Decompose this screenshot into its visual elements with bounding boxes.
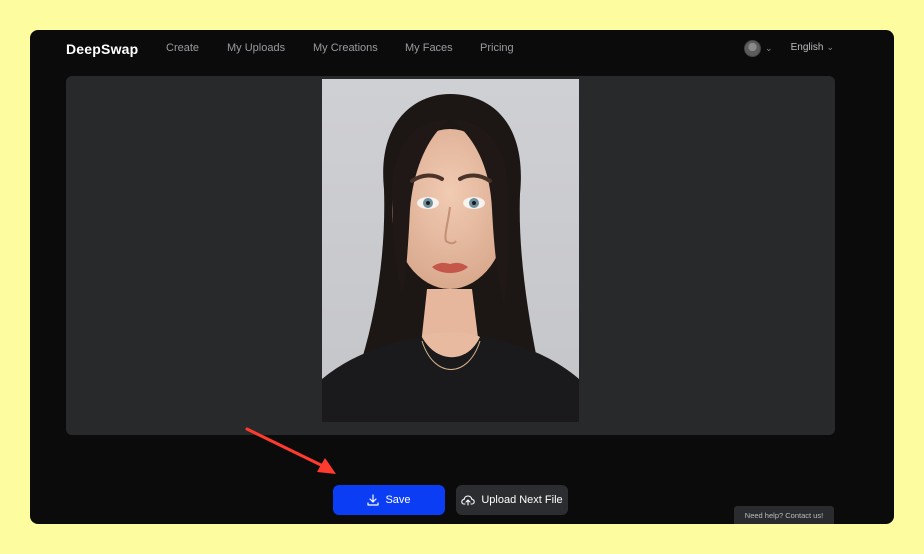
upload-button-label: Upload Next File bbox=[481, 494, 563, 506]
avatar-icon bbox=[744, 40, 761, 57]
help-chat-tab[interactable]: Need help? Contact us! bbox=[734, 506, 834, 524]
nav-my-uploads[interactable]: My Uploads bbox=[227, 42, 285, 54]
upload-next-file-button[interactable]: Upload Next File bbox=[456, 485, 568, 515]
top-nav: DeepSwap Create My Uploads My Creations … bbox=[30, 30, 894, 68]
language-selector[interactable]: English ⌄ bbox=[791, 42, 834, 53]
language-label: English bbox=[790, 42, 824, 53]
chevron-down-icon: ⌄ bbox=[826, 42, 834, 52]
logo[interactable]: DeepSwap bbox=[66, 41, 138, 57]
result-preview bbox=[66, 76, 835, 435]
user-menu[interactable]: ⌄ bbox=[744, 40, 773, 57]
save-button-label: Save bbox=[385, 494, 411, 506]
portrait-image bbox=[322, 79, 579, 422]
app-window: DeepSwap Create My Uploads My Creations … bbox=[30, 30, 894, 524]
save-button[interactable]: Save bbox=[333, 485, 445, 515]
help-label: Need help? Contact us! bbox=[744, 510, 824, 520]
nav-my-creations[interactable]: My Creations bbox=[313, 42, 378, 54]
nav-my-faces[interactable]: My Faces bbox=[405, 42, 453, 54]
cloud-upload-icon bbox=[461, 495, 476, 506]
nav-create[interactable]: Create bbox=[166, 42, 199, 54]
chevron-down-icon: ⌄ bbox=[765, 43, 773, 53]
result-photo bbox=[322, 79, 579, 422]
download-icon bbox=[367, 494, 380, 506]
nav-pricing[interactable]: Pricing bbox=[480, 42, 514, 54]
